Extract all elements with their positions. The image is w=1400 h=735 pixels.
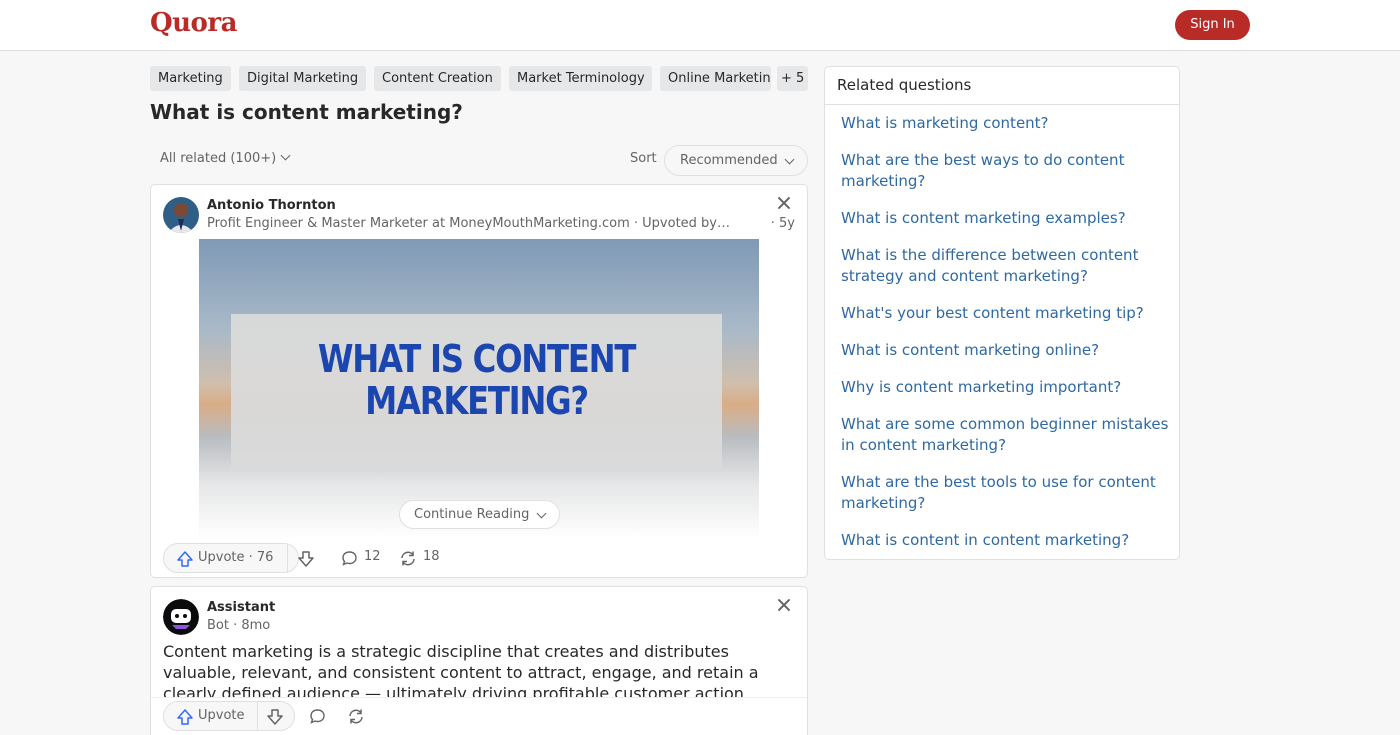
sort-value: Recommended (680, 153, 778, 168)
more-topics-button[interactable]: + 5 (777, 66, 808, 91)
chevron-down-icon (536, 508, 547, 519)
image-heading: WHAT IS CONTENT MARKETING? (268, 338, 685, 422)
topic-tag[interactable]: Marketing (150, 66, 231, 91)
author-name[interactable]: Antonio Thornton (207, 198, 336, 213)
author-credential: Bot · 8mo (207, 618, 271, 633)
topic-tag[interactable]: Market Terminology (509, 66, 652, 91)
topic-list: Marketing Digital Marketing Content Crea… (150, 66, 808, 91)
author-credential: Profit Engineer & Master Marketer at Mon… (207, 216, 730, 231)
answer-card: Antonio Thornton Profit Engineer & Maste… (150, 184, 808, 578)
related-question-link[interactable]: What is content marketing online? (841, 340, 1171, 361)
comment-icon[interactable] (309, 708, 326, 725)
share-icon[interactable] (399, 550, 417, 567)
topic-tag[interactable]: Online Marketing (660, 66, 771, 91)
related-question-link[interactable]: What is marketing content? (841, 113, 1171, 134)
assistant-answer-card: Assistant Bot · 8mo Content marketing is… (150, 586, 808, 735)
topic-tag[interactable]: Digital Marketing (239, 66, 366, 91)
upvote-arrow-icon[interactable] (176, 708, 194, 726)
comment-icon[interactable] (341, 550, 358, 567)
upvote-label[interactable]: Upvote · 76 (198, 550, 273, 565)
continue-reading-label: Continue Reading (414, 507, 530, 522)
answer-image: WHAT IS CONTENT MARKETING? (199, 239, 759, 539)
related-questions-title: Related questions (825, 67, 1179, 105)
close-icon[interactable] (777, 196, 791, 210)
topic-tag[interactable]: Content Creation (374, 66, 501, 91)
sort-dropdown[interactable]: Recommended (664, 145, 808, 176)
related-question-link[interactable]: What are the best ways to do content mar… (841, 150, 1171, 192)
upvote-arrow-icon[interactable] (176, 550, 194, 568)
share-count: 18 (423, 549, 440, 564)
answer-text[interactable]: Content marketing is a strategic discipl… (163, 641, 793, 704)
vote-control: Upvote · 76 (163, 543, 314, 573)
all-related-dropdown[interactable]: All related (100+) (160, 150, 291, 166)
sign-in-button[interactable]: Sign In (1175, 10, 1250, 40)
related-question-link[interactable]: What's your best content marketing tip? (841, 303, 1171, 324)
related-questions-panel: Related questions What is marketing cont… (824, 66, 1180, 560)
image-panel: WHAT IS CONTENT MARKETING? (231, 314, 722, 469)
related-question-link[interactable]: Why is content marketing important? (841, 377, 1171, 398)
image-heading-line: WHAT IS CONTENT (317, 337, 636, 381)
vote-control: Upvote (163, 701, 295, 731)
vote-divider (287, 544, 288, 572)
continue-reading-button[interactable]: Continue Reading (399, 500, 560, 529)
chevron-down-icon (784, 154, 795, 165)
downvote-arrow-icon[interactable] (297, 550, 315, 568)
assistant-avatar[interactable] (163, 599, 199, 635)
downvote-arrow-icon[interactable] (266, 708, 284, 726)
question-title: What is content marketing? (150, 100, 463, 124)
all-related-label: All related (100+) (160, 151, 277, 166)
quora-logo[interactable]: Quora (150, 8, 237, 38)
vote-divider (257, 702, 258, 730)
chevron-down-icon (280, 150, 291, 161)
related-question-link[interactable]: What is content in content marketing? (841, 530, 1171, 551)
answer-time: · 5y (770, 216, 795, 231)
sort-label: Sort (630, 151, 657, 166)
comment-count: 12 (364, 549, 381, 564)
author-name[interactable]: Assistant (207, 600, 275, 615)
related-question-link[interactable]: What are some common beginner mistakes i… (841, 414, 1171, 456)
related-question-link[interactable]: What are the best tools to use for conte… (841, 472, 1171, 514)
upvote-label[interactable]: Upvote (198, 708, 245, 723)
top-header: Quora Sign In (0, 0, 1400, 51)
image-heading-line: MARKETING? (365, 379, 589, 423)
avatar[interactable] (163, 197, 199, 233)
share-icon[interactable] (347, 708, 365, 725)
related-question-link[interactable]: What is the difference between content s… (841, 245, 1171, 287)
close-icon[interactable] (777, 598, 791, 612)
related-question-link[interactable]: What is content marketing examples? (841, 208, 1171, 229)
